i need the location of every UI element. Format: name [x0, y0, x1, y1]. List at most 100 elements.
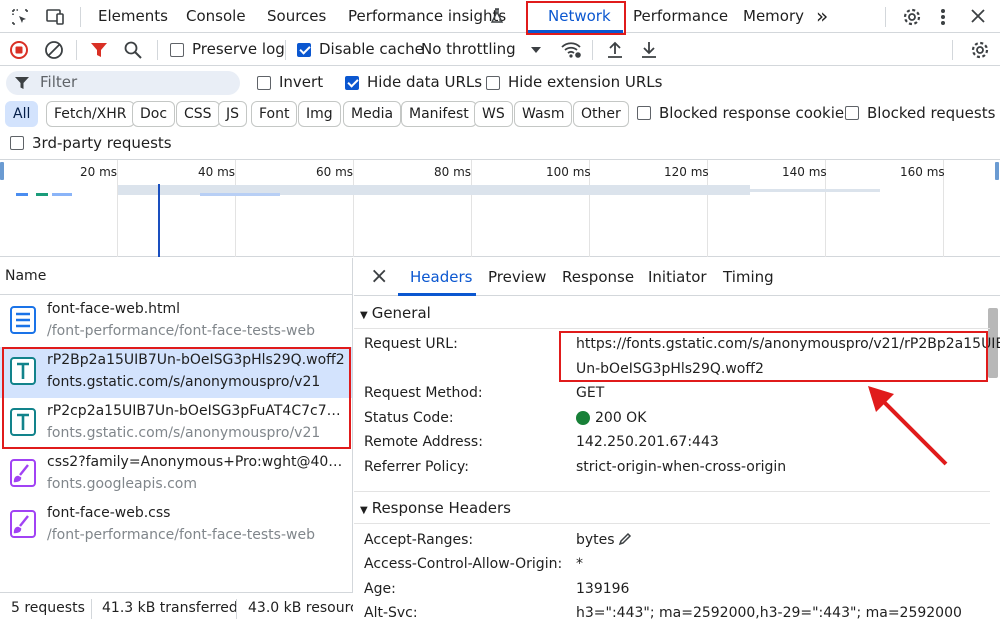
remote-address-key: Remote Address:: [364, 434, 483, 450]
export-har-download-icon[interactable]: [640, 40, 658, 60]
tab-performance[interactable]: Performance: [633, 0, 728, 33]
blocked-requests-checkbox[interactable]: [845, 106, 859, 120]
status-code-key: Status Code:: [364, 410, 454, 426]
timeline-left-handle[interactable]: [0, 162, 4, 180]
tab-sources[interactable]: Sources: [267, 0, 326, 33]
timeline-tick: 140 ms: [782, 165, 827, 179]
blocked-response-cookies-checkbox[interactable]: [637, 106, 651, 120]
network-conditions-wifi-icon[interactable]: [560, 40, 582, 60]
inspect-element-icon[interactable]: [10, 7, 30, 27]
response-header-value: bytes: [576, 532, 615, 548]
filter-row: Filter Invert Hide data URLs Hide extens…: [0, 66, 1000, 100]
edit-pencil-icon[interactable]: [618, 532, 632, 546]
response-header-key: Alt-Svc:: [364, 605, 418, 621]
tab-timing[interactable]: Timing: [723, 268, 774, 286]
request-path: /font-performance/font-face-tests-web: [47, 323, 315, 339]
type-filter-doc[interactable]: Doc: [132, 101, 176, 127]
stylesheet-brush-icon: [10, 510, 36, 538]
response-header-key: Accept-Ranges:: [364, 532, 474, 548]
tab-headers[interactable]: Headers: [410, 268, 472, 286]
close-devtools-icon[interactable]: [970, 8, 986, 24]
timeline-dom-content-loaded-marker: [158, 184, 160, 257]
annotation-arrow: [868, 386, 948, 466]
type-filter-js[interactable]: JS: [218, 101, 248, 127]
response-header-value: h3=":443"; ma=2592000,h3-29=":443"; ma=2…: [576, 605, 962, 621]
request-path: fonts.googleapis.com: [47, 476, 198, 492]
response-header-value: *: [576, 556, 583, 572]
referrer-policy-key: Referrer Policy:: [364, 459, 469, 475]
request-row[interactable]: font-face-web.html /font-performance/fon…: [0, 296, 352, 347]
type-filter-manifest[interactable]: Manifest: [401, 101, 477, 127]
general-section-toggle[interactable]: ▼ General: [360, 304, 431, 322]
status-code-value: 200 OK: [595, 410, 647, 426]
close-details-icon[interactable]: ×: [370, 264, 388, 289]
search-icon[interactable]: [124, 41, 142, 59]
type-filter-wasm[interactable]: Wasm: [514, 101, 573, 127]
more-tabs-icon[interactable]: »: [816, 0, 828, 33]
timeline-right-handle[interactable]: [995, 162, 999, 180]
tab-initiator[interactable]: Initiator: [648, 268, 707, 286]
timeline-tick: 40 ms: [198, 165, 236, 179]
blocked-response-cookies-label: Blocked response cookies: [659, 104, 852, 122]
request-name: font-face-web.html: [47, 301, 181, 317]
tab-console[interactable]: Console: [186, 0, 246, 33]
type-filter-media[interactable]: Media: [343, 101, 402, 127]
tab-preview[interactable]: Preview: [488, 268, 546, 286]
resources-size: 43.0 kB resources: [248, 600, 353, 616]
type-filter-ws[interactable]: WS: [474, 101, 513, 127]
tab-performance-insights[interactable]: Performance insights: [348, 0, 506, 33]
invert-label: Invert: [279, 73, 324, 91]
timeline-tick: 120 ms: [664, 165, 709, 179]
import-har-upload-icon[interactable]: [606, 40, 624, 60]
device-toolbar-icon[interactable]: [44, 7, 66, 27]
hide-extension-urls-checkbox[interactable]: [486, 76, 500, 90]
network-settings-gear-icon[interactable]: [970, 40, 990, 60]
kebab-menu-icon[interactable]: [940, 7, 946, 27]
request-row[interactable]: css2?family=Anonymous+Pro:wght@400;70...…: [0, 449, 352, 500]
response-headers-title: Response Headers: [371, 499, 511, 517]
name-column-header[interactable]: Name: [0, 258, 353, 295]
disable-cache-checkbox[interactable]: [297, 43, 311, 57]
type-filter-all[interactable]: All: [5, 101, 39, 127]
settings-gear-icon[interactable]: [902, 7, 922, 27]
hide-data-urls-checkbox[interactable]: [345, 76, 359, 90]
request-path: /font-performance/font-face-tests-web: [47, 527, 315, 543]
timeline-bar: [750, 189, 880, 192]
preserve-log-label: Preserve log: [192, 40, 285, 58]
details-tabbar: × Headers Preview Response Initiator Tim…: [354, 258, 1000, 296]
filter-funnel-icon[interactable]: [90, 41, 108, 59]
type-filter-fetch-xhr[interactable]: Fetch/XHR: [46, 101, 135, 127]
type-filter-font[interactable]: Font: [251, 101, 298, 127]
network-overview-timeline[interactable]: 20 ms 40 ms 60 ms 80 ms 100 ms 120 ms 14…: [0, 159, 1000, 257]
tab-memory[interactable]: Memory: [743, 0, 804, 33]
hide-extension-urls-label: Hide extension URLs: [508, 73, 663, 91]
blocked-requests-label: Blocked requests: [867, 104, 996, 122]
timeline-tick: 20 ms: [80, 165, 118, 179]
active-details-tab-indicator: [398, 293, 476, 296]
tab-response[interactable]: Response: [562, 268, 634, 286]
dropdown-caret-icon[interactable]: [530, 46, 542, 54]
response-headers-section-toggle[interactable]: ▼ Response Headers: [360, 499, 511, 517]
filter-icon: [14, 76, 30, 90]
network-status-bar: 5 requests 41.3 kB transferred 43.0 kB r…: [0, 592, 353, 623]
throttling-select[interactable]: No throttling: [421, 40, 516, 58]
third-party-requests-checkbox[interactable]: [10, 136, 24, 150]
timeline-bar: [36, 193, 48, 196]
filter-input[interactable]: Filter: [6, 71, 240, 95]
type-filter-img[interactable]: Img: [298, 101, 341, 127]
type-filter-other[interactable]: Other: [573, 101, 629, 127]
request-row[interactable]: font-face-web.css /font-performance/font…: [0, 500, 352, 551]
invert-checkbox[interactable]: [257, 76, 271, 90]
timeline-tick: 100 ms: [546, 165, 591, 179]
type-filter-css[interactable]: CSS: [176, 101, 220, 127]
stop-recording-icon[interactable]: [9, 40, 29, 60]
disable-cache-label: Disable cache: [319, 40, 424, 58]
request-count: 5 requests: [11, 600, 85, 616]
clear-icon[interactable]: [44, 40, 64, 60]
hide-data-urls-label: Hide data URLs: [367, 73, 483, 91]
timeline-bar: [16, 193, 28, 196]
network-tab-highlight: [526, 1, 626, 35]
tab-elements[interactable]: Elements: [98, 0, 168, 33]
preserve-log-checkbox[interactable]: [170, 43, 184, 57]
stylesheet-brush-icon: [10, 459, 36, 487]
